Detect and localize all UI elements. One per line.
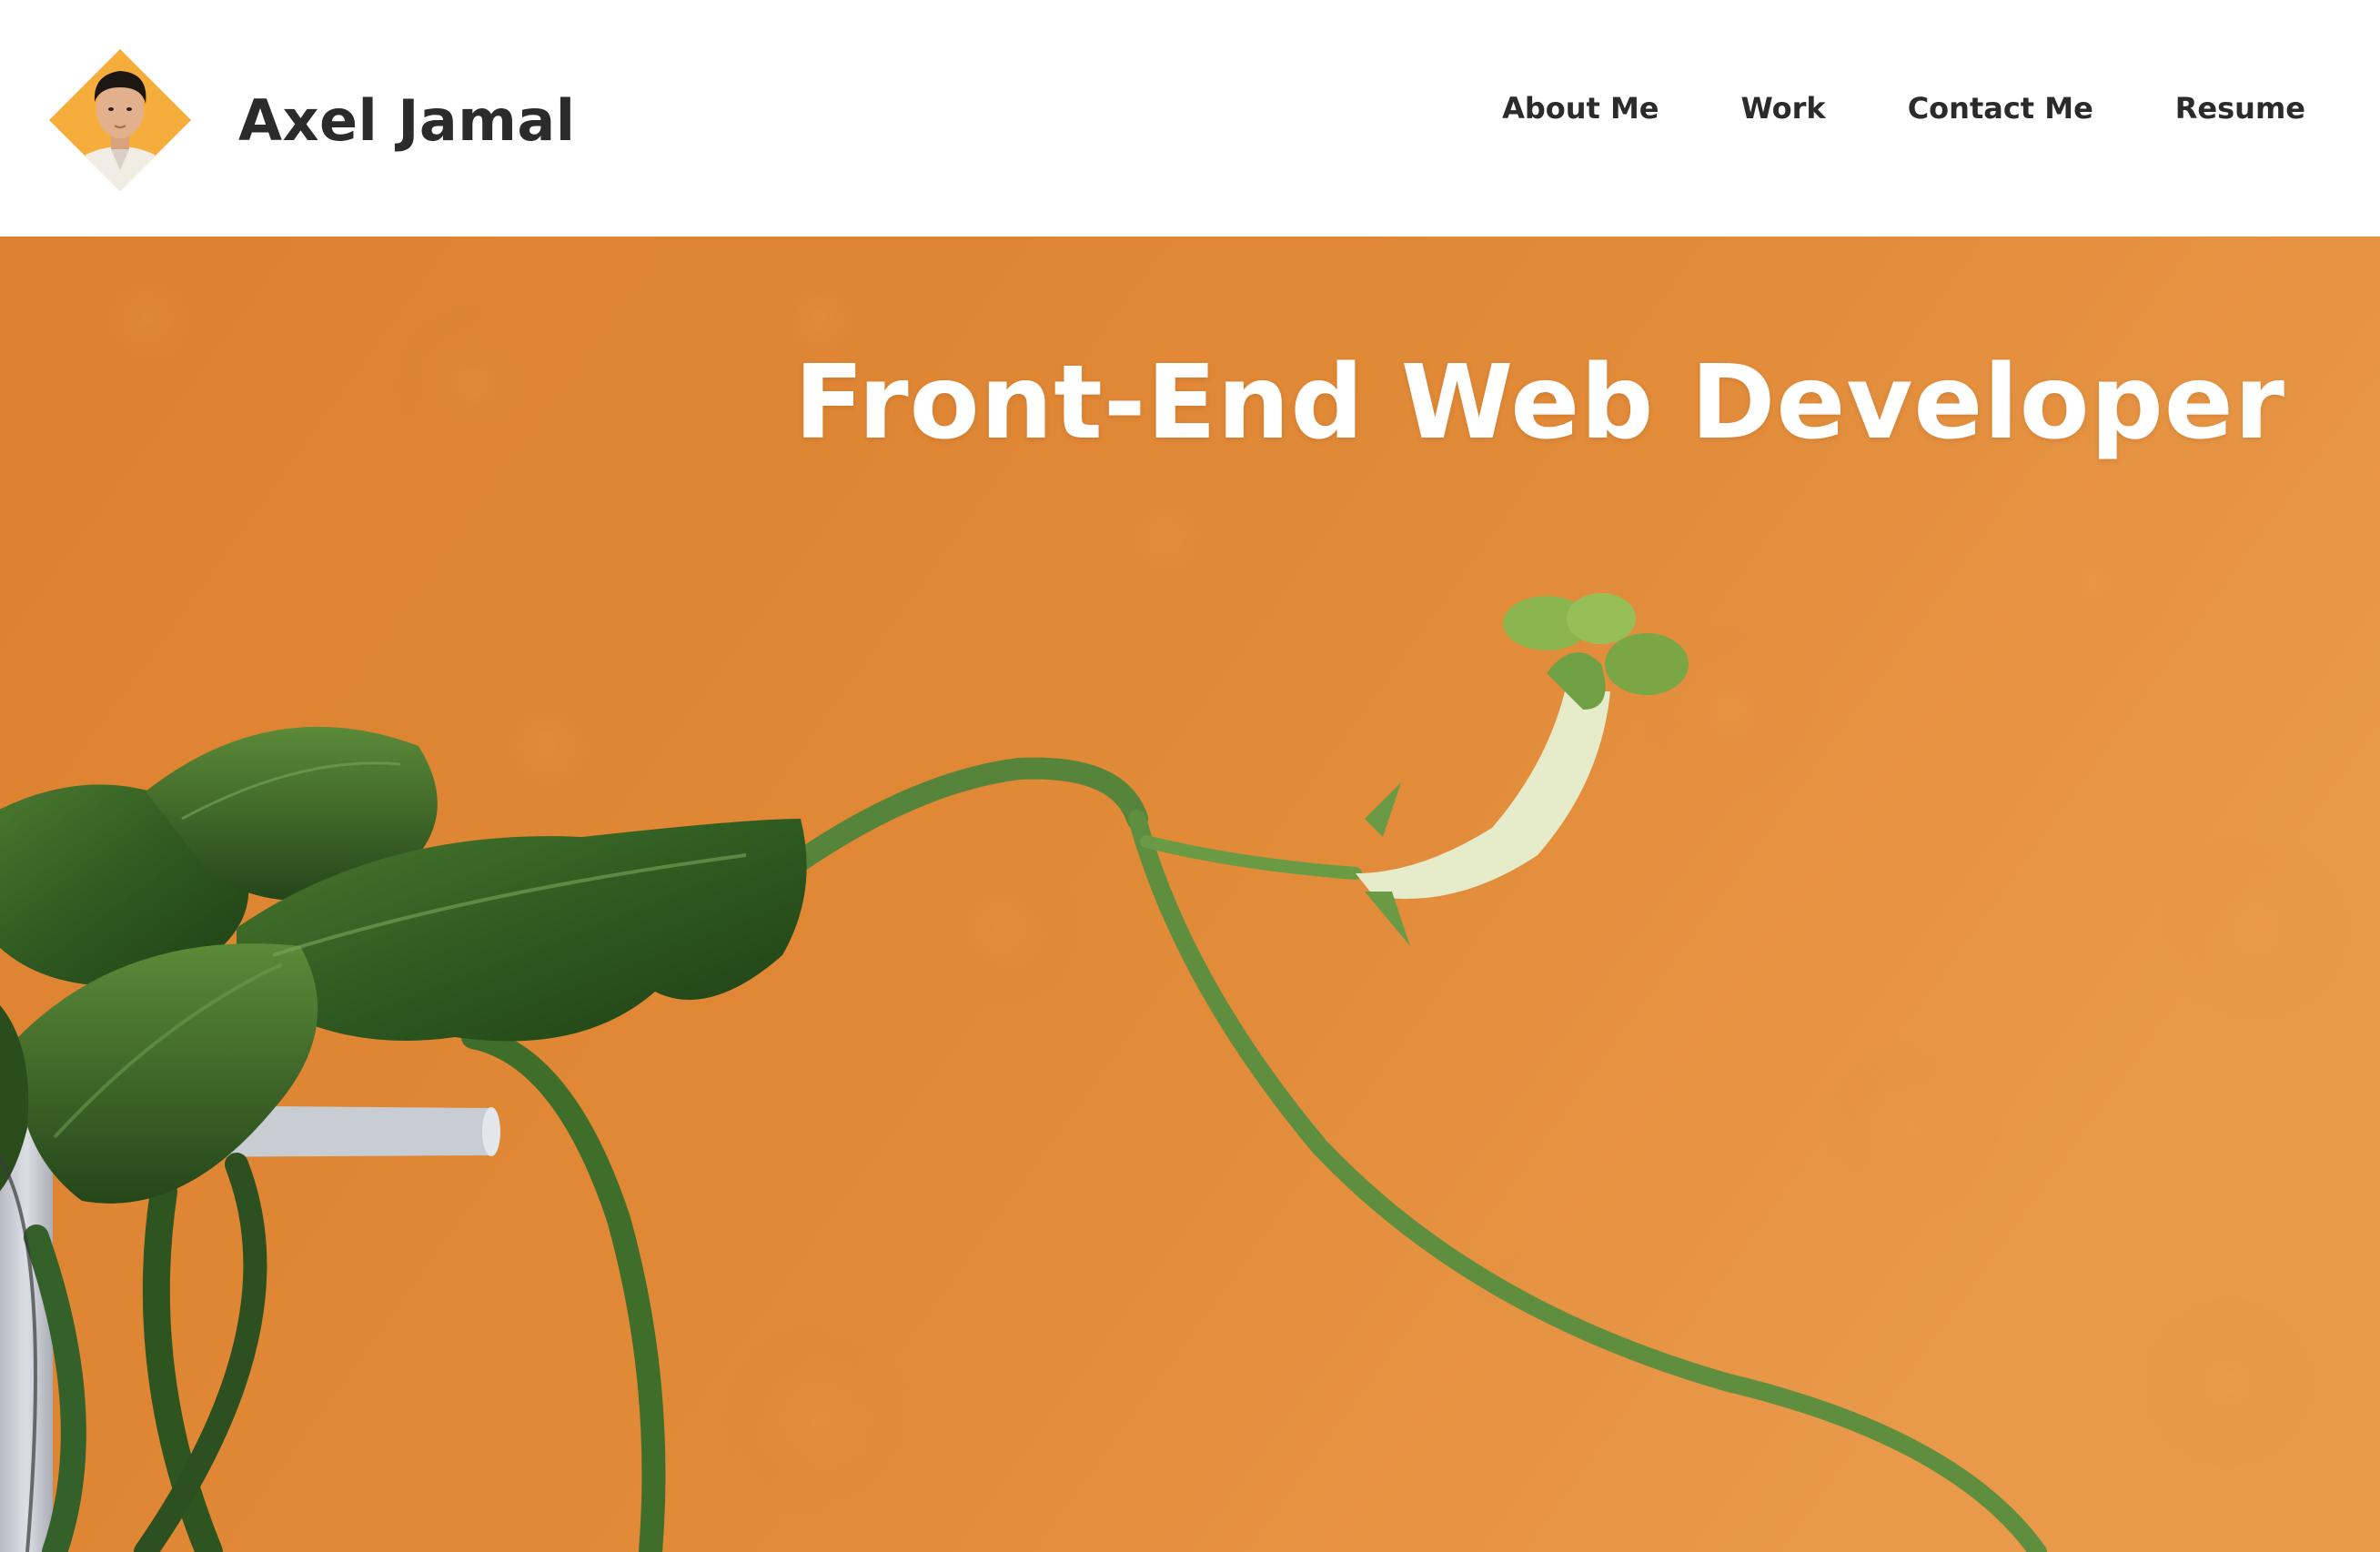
avatar-icon — [49, 49, 191, 191]
hero-section: Front-End Web Developer — [0, 237, 2380, 1552]
avatar-logo[interactable] — [47, 47, 193, 193]
page: Axel Jamal About Me Work Contact Me Resu… — [0, 0, 2380, 1552]
nav-contact-me[interactable]: Contact Me — [1908, 91, 2093, 126]
nav-work[interactable]: Work — [1740, 91, 1825, 126]
nav-resume[interactable]: Resume — [2175, 91, 2305, 126]
home-link[interactable]: Axel Jamal — [47, 47, 575, 193]
site-name: Axel Jamal — [238, 86, 576, 154]
main-nav: About Me Work Contact Me Resume — [1502, 91, 2305, 126]
nav-about-me[interactable]: About Me — [1502, 91, 1659, 126]
hero-title: Front-End Web Developer — [794, 344, 2285, 462]
site-header: Axel Jamal About Me Work Contact Me Resu… — [0, 0, 2380, 237]
